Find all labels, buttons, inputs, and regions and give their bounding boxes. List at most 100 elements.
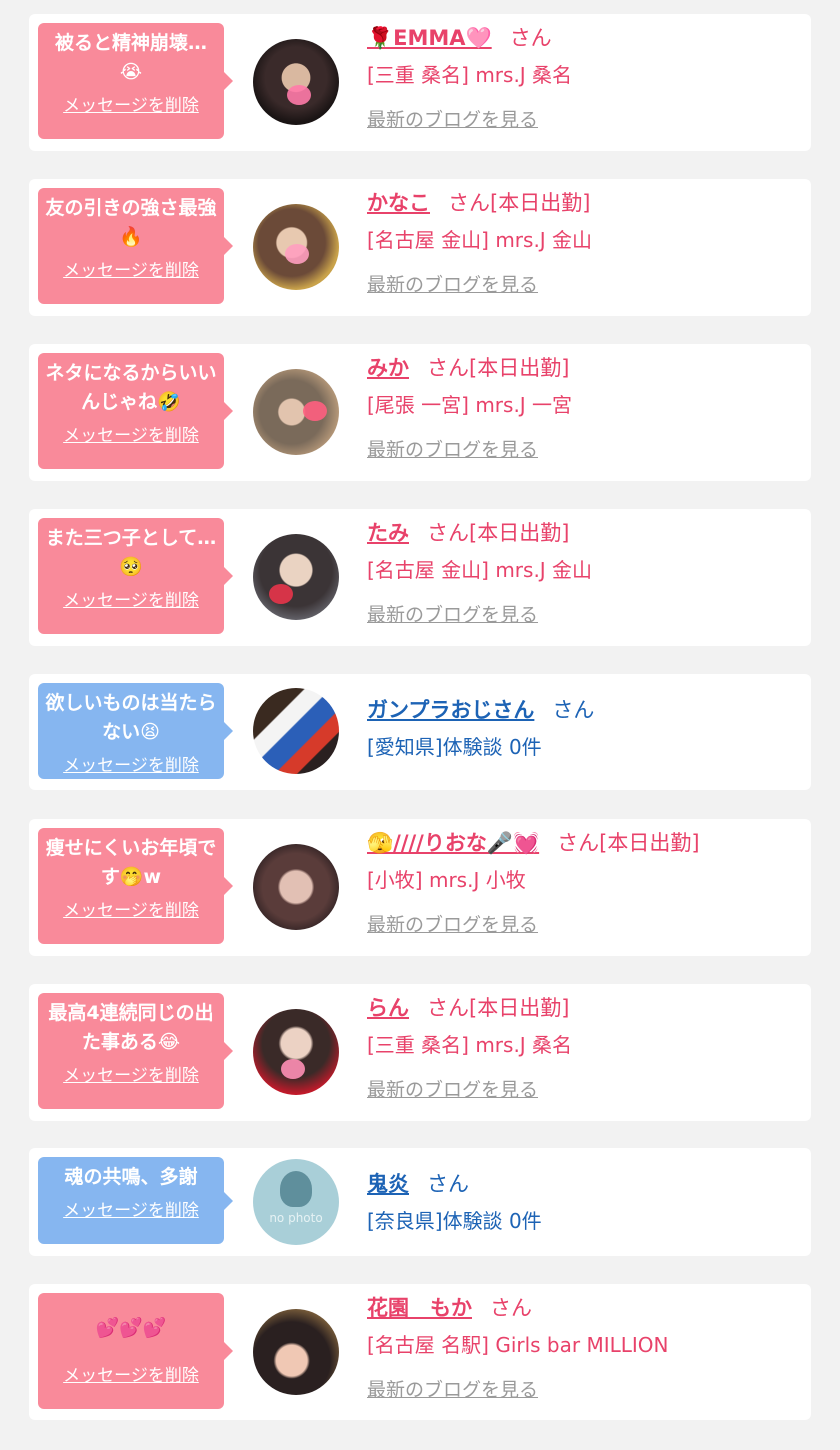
- name-line: ガンプラおじさん さん: [367, 695, 801, 725]
- user-name-link[interactable]: たみ: [367, 521, 409, 545]
- card-info: みか さん[本日出勤] [尾張 一宮] mrs.J 一宮 最新のブログを見る: [367, 353, 801, 462]
- honorific-status: さん: [552, 698, 595, 722]
- name-line: 鬼炎 さん: [367, 1169, 801, 1199]
- message-bubble: 欲しいものは当たらない😫 メッセージを削除: [38, 683, 233, 779]
- honorific-status: さん[本日出勤]: [427, 356, 570, 380]
- card-info: 🌹EMMA🩷 さん [三重 桑名] mrs.J 桑名 最新のブログを見る: [367, 23, 801, 132]
- user-name-link[interactable]: かなこ: [367, 191, 430, 215]
- delete-message-link[interactable]: メッセージを削除: [44, 896, 218, 921]
- message-card: ネタになるからいいんじゃね🤣 メッセージを削除 みか さん[本日出勤] [尾張 一宮] …: [29, 344, 811, 481]
- delete-message-link[interactable]: メッセージを削除: [44, 256, 218, 281]
- message-card: 友の引きの強さ最強🔥 メッセージを削除 かなこ さん[本日出勤] [名古屋 金山] mr…: [29, 179, 811, 316]
- no-photo-avatar[interactable]: no photo: [253, 1159, 339, 1245]
- message-bubble: 最高4連続同じの出た事ある😂 メッセージを削除: [38, 993, 233, 1109]
- delete-message-link[interactable]: メッセージを削除: [44, 1061, 218, 1086]
- message-text: 魂の共鳴、多謝: [64, 1166, 198, 1188]
- card-info: らん さん[本日出勤] [三重 桑名] mrs.J 桑名 最新のブログを見る: [367, 993, 801, 1102]
- message-bubble: 痩せにくいお年頃です🤭w メッセージを削除: [38, 828, 233, 944]
- message-text: 最高4連続同じの出た事ある😂: [48, 1002, 214, 1053]
- heart-sticker-icon: [281, 1059, 305, 1079]
- avatar[interactable]: [253, 534, 339, 620]
- latest-blog-link[interactable]: 最新のブログを見る: [367, 105, 538, 132]
- name-line: らん さん[本日出勤]: [367, 993, 801, 1023]
- message-text: 欲しいものは当たらない😫: [45, 692, 217, 743]
- card-info: かなこ さん[本日出勤] [名古屋 金山] mrs.J 金山 最新のブログを見る: [367, 188, 801, 297]
- user-name-link[interactable]: 花園 もか: [367, 1296, 472, 1320]
- message-text: 友の引きの強さ最強🔥: [45, 197, 217, 248]
- card-info: 花園 もか さん [名古屋 名駅] Girls bar MILLION 最新のブログを…: [367, 1293, 801, 1402]
- avatar[interactable]: [253, 39, 339, 125]
- user-name-link[interactable]: らん: [367, 996, 409, 1020]
- honorific-status: さん[本日出勤]: [557, 831, 700, 855]
- delete-message-link[interactable]: メッセージを削除: [44, 1361, 218, 1386]
- name-line: かなこ さん[本日出勤]: [367, 188, 801, 218]
- message-card-list: 被ると精神崩壊…😭 メッセージを削除 🌹EMMA🩷 さん [三重 桑名] mrs.J 桑…: [0, 0, 840, 1450]
- message-card: また三つ子として…🥺 メッセージを削除 たみ さん[本日出勤] [名古屋 金山] mrs…: [29, 509, 811, 646]
- message-bubble: 被ると精神崩壊…😭 メッセージを削除: [38, 23, 233, 139]
- avatar[interactable]: [253, 1009, 339, 1095]
- user-name-link[interactable]: 🫣////りおな🎤💓: [367, 831, 539, 855]
- message-card: 欲しいものは当たらない😫 メッセージを削除 ガンプラおじさん さん [愛知県]体験談 0…: [29, 674, 811, 790]
- honorific-status: さん[本日出勤]: [427, 521, 570, 545]
- latest-blog-link[interactable]: 最新のブログを見る: [367, 435, 538, 462]
- user-name-link[interactable]: 🌹EMMA🩷: [367, 26, 492, 50]
- heart-sticker-icon: [269, 584, 293, 604]
- store-location: [愛知県]体験談 0件: [367, 735, 542, 759]
- store-location: [小牧] mrs.J 小牧: [367, 868, 526, 892]
- delete-message-link[interactable]: メッセージを削除: [44, 1196, 218, 1221]
- message-bubble: 友の引きの強さ最強🔥 メッセージを削除: [38, 188, 233, 304]
- name-line: 🌹EMMA🩷 さん: [367, 23, 801, 53]
- honorific-status: さん: [427, 1172, 469, 1196]
- store-location: [尾張 一宮] mrs.J 一宮: [367, 393, 573, 417]
- latest-blog-link[interactable]: 最新のブログを見る: [367, 600, 538, 627]
- store-location: [名古屋 名駅] Girls bar MILLION: [367, 1333, 669, 1357]
- message-text: 被ると精神崩壊…😭: [54, 32, 207, 83]
- message-bubble: また三つ子として…🥺 メッセージを削除: [38, 518, 233, 634]
- delete-message-link[interactable]: メッセージを削除: [44, 586, 218, 611]
- name-line: みか さん[本日出勤]: [367, 353, 801, 383]
- card-info: 鬼炎 さん [奈良県]体験談 0件: [367, 1169, 801, 1236]
- message-text: ネタになるからいいんじゃね🤣: [45, 362, 217, 413]
- latest-blog-link[interactable]: 最新のブログを見る: [367, 910, 538, 937]
- message-text: 💕💕💕: [95, 1316, 167, 1339]
- delete-message-link[interactable]: メッセージを削除: [44, 91, 218, 116]
- name-line: たみ さん[本日出勤]: [367, 518, 801, 548]
- message-text: また三つ子として…🥺: [45, 527, 217, 578]
- message-card: 最高4連続同じの出た事ある😂 メッセージを削除 らん さん[本日出勤] [三重 桑名] …: [29, 984, 811, 1121]
- store-location: [三重 桑名] mrs.J 桑名: [367, 1033, 573, 1057]
- avatar[interactable]: [253, 844, 339, 930]
- honorific-status: さん: [509, 26, 552, 50]
- message-card: 魂の共鳴、多謝 メッセージを削除 no photo 鬼炎 さん [奈良県]体験談 0件: [29, 1148, 811, 1256]
- store-location: [名古屋 金山] mrs.J 金山: [367, 558, 593, 582]
- card-info: たみ さん[本日出勤] [名古屋 金山] mrs.J 金山 最新のブログを見る: [367, 518, 801, 627]
- honorific-status: さん: [490, 1296, 532, 1320]
- store-location: [三重 桑名] mrs.J 桑名: [367, 63, 573, 87]
- avatar[interactable]: [253, 369, 339, 455]
- honorific-status: さん[本日出勤]: [427, 996, 570, 1020]
- avatar[interactable]: [253, 688, 339, 774]
- store-location: [名古屋 金山] mrs.J 金山: [367, 228, 593, 252]
- honorific-status: さん[本日出勤]: [448, 191, 591, 215]
- card-info: ガンプラおじさん さん [愛知県]体験談 0件: [367, 695, 801, 762]
- avatar[interactable]: [253, 1309, 339, 1395]
- no-photo-label: no photo: [269, 1211, 323, 1225]
- heart-sticker-icon: [303, 401, 327, 421]
- heart-sticker-icon: [287, 85, 311, 105]
- user-name-link[interactable]: みか: [367, 356, 409, 380]
- user-name-link[interactable]: 鬼炎: [367, 1172, 409, 1196]
- latest-blog-link[interactable]: 最新のブログを見る: [367, 1075, 538, 1102]
- avatar[interactable]: [253, 204, 339, 290]
- message-bubble: ネタになるからいいんじゃね🤣 メッセージを削除: [38, 353, 233, 469]
- message-bubble: 魂の共鳴、多謝 メッセージを削除: [38, 1157, 233, 1244]
- user-name-link[interactable]: ガンプラおじさん: [367, 698, 534, 722]
- latest-blog-link[interactable]: 最新のブログを見る: [367, 270, 538, 297]
- person-silhouette-icon: [280, 1171, 312, 1207]
- heart-sticker-icon: [285, 244, 309, 264]
- card-info: 🫣////りおな🎤💓 さん[本日出勤] [小牧] mrs.J 小牧 最新のブログを見る: [367, 828, 801, 937]
- name-line: 🫣////りおな🎤💓 さん[本日出勤]: [367, 828, 801, 858]
- latest-blog-link[interactable]: 最新のブログを見る: [367, 1375, 538, 1402]
- message-card: 💕💕💕 メッセージを削除 花園 もか さん [名古屋 名駅] Girls bar MIL…: [29, 1284, 811, 1420]
- delete-message-link[interactable]: メッセージを削除: [44, 421, 218, 446]
- delete-message-link[interactable]: メッセージを削除: [44, 751, 218, 776]
- message-card: 被ると精神崩壊…😭 メッセージを削除 🌹EMMA🩷 さん [三重 桑名] mrs.J 桑…: [29, 14, 811, 151]
